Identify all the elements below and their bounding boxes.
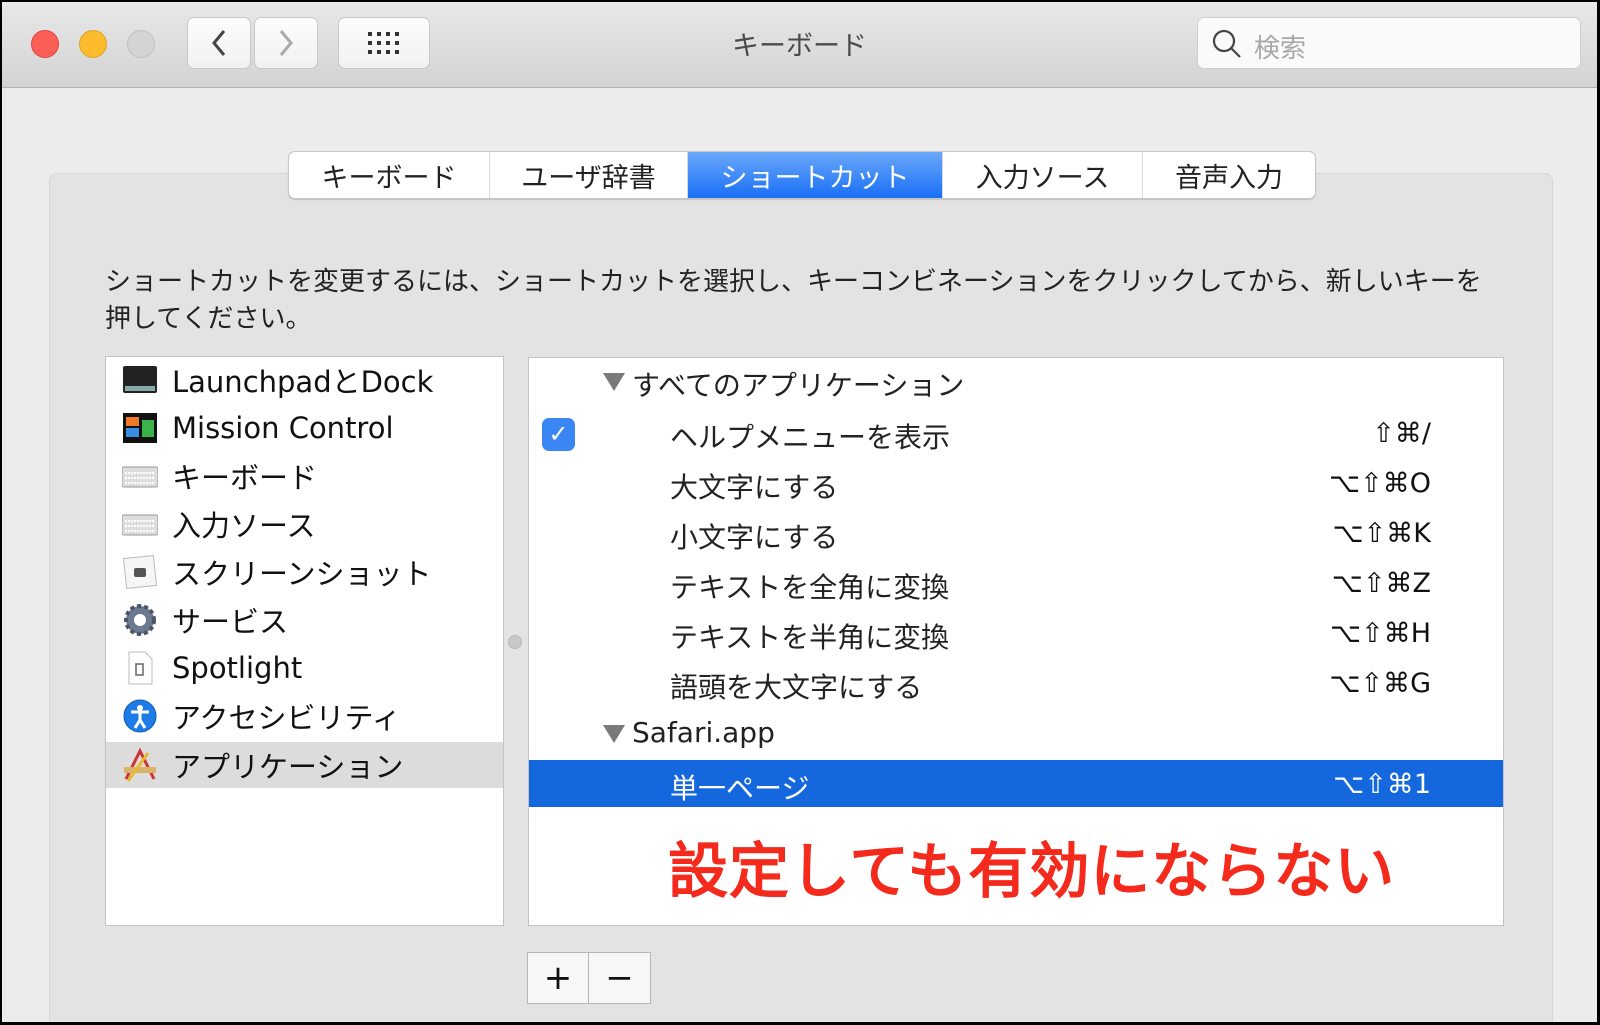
shortcut-keys[interactable]: ⌥⇧⌘G	[1329, 668, 1431, 699]
mission-control-icon	[123, 413, 157, 443]
add-remove-buttons: + −	[527, 952, 651, 1004]
tab-user-dictionary[interactable]: ユーザ辞書	[490, 152, 688, 198]
app-icon	[124, 747, 156, 782]
shortcut-row[interactable]: テキストを半角に変換 ⌥⇧⌘H	[529, 609, 1503, 657]
tab-shortcuts[interactable]: ショートカット	[688, 152, 943, 198]
disclosure-triangle-icon[interactable]	[603, 373, 625, 391]
keyboard-preferences-window: キーボード 検索 キーボード ユーザ辞書 ショートカット 入力ソース 音声入力 …	[2, 2, 1597, 1022]
keyboard-icon	[122, 514, 158, 536]
shortcut-row[interactable]: ✓ ヘルプメニューを表示 ⇧⌘/	[529, 409, 1503, 457]
screenshot-icon	[122, 554, 158, 590]
category-accessibility[interactable]: アクセシビリティ	[106, 693, 503, 739]
category-applications[interactable]: アプリケーション	[106, 742, 503, 788]
tab-keyboard[interactable]: キーボード	[289, 152, 490, 198]
disclosure-triangle-icon[interactable]	[603, 725, 625, 743]
shortcut-keys[interactable]: ⌥⇧⌘K	[1333, 518, 1431, 549]
enabled-checkbox[interactable]: ✓	[542, 418, 575, 451]
split-view-handle[interactable]	[508, 635, 522, 649]
search-input[interactable]: 検索	[1197, 17, 1581, 69]
remove-button[interactable]: −	[589, 953, 650, 1003]
category-input-sources[interactable]: 入力ソース	[106, 501, 503, 547]
shortcut-row[interactable]: テキストを全角に変換 ⌥⇧⌘Z	[529, 559, 1503, 607]
category-services[interactable]: サービス	[106, 597, 503, 643]
search-placeholder: 検索	[1254, 34, 1307, 64]
shortcut-keys[interactable]: ⌥⇧⌘Z	[1332, 568, 1431, 599]
add-button[interactable]: +	[528, 953, 589, 1003]
category-spotlight[interactable]: Spotlight	[106, 645, 503, 691]
search-icon	[1212, 29, 1241, 58]
keyboard-icon	[122, 466, 158, 488]
shortcut-list: すべてのアプリケーション ✓ ヘルプメニューを表示 ⇧⌘/ 大文字にする ⌥⇧⌘…	[528, 357, 1504, 926]
category-mission-control[interactable]: Mission Control	[106, 405, 503, 451]
shortcut-row[interactable]: 語頭を大文字にする ⌥⇧⌘G	[529, 659, 1503, 707]
group-header-safari[interactable]: Safari.app	[529, 710, 1503, 758]
spotlight-icon	[128, 651, 153, 685]
shortcut-row[interactable]: 大文字にする ⌥⇧⌘O	[529, 459, 1503, 507]
category-keyboard[interactable]: キーボード	[106, 453, 503, 499]
tab-input-sources[interactable]: 入力ソース	[943, 152, 1143, 198]
launchpad-icon	[123, 366, 157, 393]
tab-bar: キーボード ユーザ辞書 ショートカット 入力ソース 音声入力	[288, 151, 1316, 199]
accessibility-icon	[123, 699, 157, 733]
tab-dictation[interactable]: 音声入力	[1143, 152, 1315, 198]
title-bar: キーボード 検索	[2, 2, 1597, 88]
instructions-text: ショートカットを変更するには、ショートカットを選択し、キーコンビネーションをクリ…	[105, 267, 1482, 334]
shortcut-keys[interactable]: ⌥⇧⌘1	[1333, 769, 1431, 800]
category-launchpad-dock[interactable]: LaunchpadとDock	[106, 357, 503, 403]
group-header-all-apps[interactable]: すべてのアプリケーション	[529, 358, 1503, 406]
annotation-text: 設定しても有効にならない	[668, 837, 1396, 907]
shortcut-keys[interactable]: ⇧⌘/	[1372, 418, 1431, 449]
category-list: LaunchpadとDock Mission Control キーボード 入力ソ…	[105, 356, 504, 926]
gear-icon	[124, 604, 156, 636]
shortcut-row[interactable]: 小文字にする ⌥⇧⌘K	[529, 509, 1503, 557]
category-screenshots[interactable]: スクリーンショット	[106, 549, 503, 595]
shortcut-row-selected[interactable]: 単一ページ ⌥⇧⌘1	[529, 760, 1503, 807]
shortcut-keys[interactable]: ⌥⇧⌘O	[1329, 468, 1431, 499]
shortcut-keys[interactable]: ⌥⇧⌘H	[1330, 618, 1431, 649]
